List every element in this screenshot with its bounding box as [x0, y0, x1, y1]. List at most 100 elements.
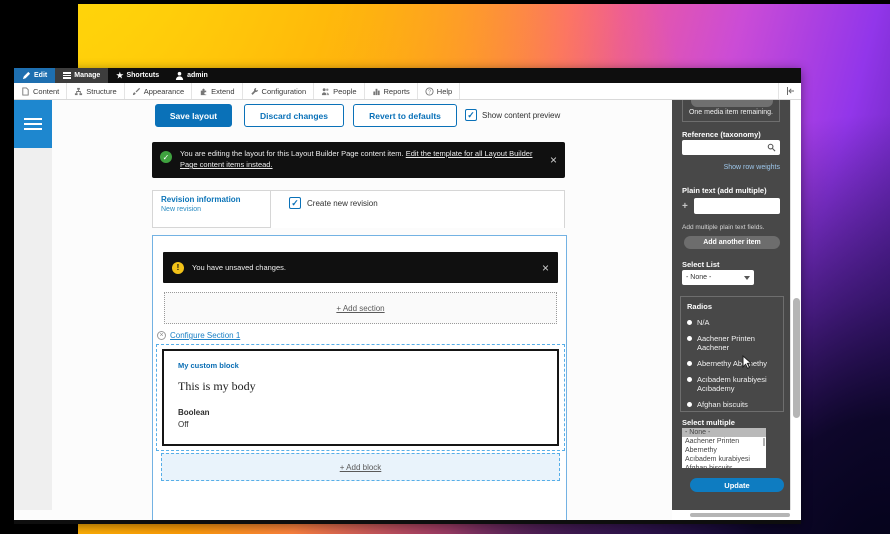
create-new-revision-label: Create new revision — [307, 199, 378, 208]
desktop: Edit Manage ★ Shortcuts admin Content St… — [0, 0, 890, 534]
add-block-region[interactable]: + Add block — [161, 453, 560, 481]
puzzle-icon — [200, 88, 207, 95]
add-another-item-button[interactable]: Add another item — [684, 236, 780, 249]
check-icon: ✓ — [162, 152, 170, 162]
admin-menu: Content Structure Appearance Extend Conf… — [14, 83, 801, 100]
document-icon — [22, 86, 29, 96]
add-section-top[interactable]: + Add section — [164, 292, 557, 324]
search-icon — [767, 143, 776, 152]
radio-option[interactable]: Aachener Printen Aachener — [687, 334, 777, 352]
off-canvas-settings-panel: One media item remaining. Reference (tax… — [672, 100, 790, 510]
select-multiple-listbox[interactable]: - None - Aachener Printen Abernethy Acıb… — [682, 428, 766, 468]
listbox-option-selected[interactable]: - None - — [682, 428, 766, 437]
menu-item-structure[interactable]: Structure — [67, 83, 125, 99]
radio-option[interactable]: Acıbadem kurabiyesi Acıbademy — [687, 375, 777, 393]
show-row-weights-link[interactable]: Show row weights — [682, 164, 780, 171]
collapse-left-icon — [787, 87, 794, 95]
block-title: My custom block — [178, 361, 239, 370]
sidebar-scrollbar[interactable] — [790, 100, 801, 510]
block-field-label: Boolean — [178, 408, 210, 417]
bar-chart-icon — [372, 88, 380, 95]
media-button-partial[interactable] — [691, 100, 773, 107]
radio-icon — [687, 320, 692, 325]
toolbar-shortcuts[interactable]: ★ Shortcuts — [108, 68, 167, 83]
revision-information-tab[interactable]: Revision information New revision — [153, 191, 271, 228]
show-content-preview-label: Show content preview — [482, 110, 561, 120]
show-content-preview-checkbox[interactable]: ✓ — [465, 109, 477, 121]
discard-changes-button[interactable]: Discard changes — [244, 104, 344, 127]
status-message: ✓ You are editing the layout for this La… — [152, 142, 565, 178]
radio-icon — [687, 402, 692, 407]
radio-icon — [687, 336, 692, 341]
sidebar-menu-toggle[interactable] — [14, 100, 52, 148]
select-list-dropdown[interactable]: - None - — [682, 270, 754, 285]
check-icon: ✓ — [467, 109, 475, 120]
close-icon[interactable]: × — [542, 154, 557, 166]
menu-item-help[interactable]: ? Help — [418, 83, 461, 99]
chevron-down-icon — [744, 275, 750, 280]
radio-option[interactable]: Abernethy Abernethy — [687, 359, 777, 368]
brush-icon — [132, 87, 140, 95]
layout-section[interactable]: My custom block This is my body Boolean … — [156, 344, 565, 451]
toolbar-manage[interactable]: Manage — [55, 68, 109, 83]
add-section-link[interactable]: + Add section — [336, 304, 384, 313]
menu-item-label: Reports — [383, 86, 410, 96]
custom-block[interactable]: My custom block This is my body Boolean … — [162, 349, 559, 446]
listbox-option[interactable]: Afghan biscuits — [682, 464, 766, 469]
radio-option[interactable]: Afghan biscuits — [687, 400, 777, 409]
scrollbar-thumb[interactable] — [690, 513, 790, 517]
menu-item-label: People — [333, 86, 357, 96]
toolbar-edit[interactable]: Edit — [14, 68, 56, 83]
menu-item-label: Configuration — [261, 86, 307, 96]
add-block-link[interactable]: + Add block — [340, 463, 382, 472]
radio-label: Abernethy Abernethy — [697, 359, 768, 368]
radio-label: Aachener Printen Aachener — [697, 334, 755, 352]
menu-item-extend[interactable]: Extend — [192, 83, 243, 99]
listbox-option[interactable]: Abernethy — [682, 446, 766, 455]
remove-section-icon[interactable]: × — [157, 331, 166, 340]
listbox-option[interactable]: Aachener Printen — [682, 437, 766, 446]
configure-section-link[interactable]: Configure Section 1 — [170, 331, 240, 340]
block-body-text: This is my body — [178, 379, 256, 393]
save-layout-button[interactable]: Save layout — [155, 104, 232, 127]
scrollbar-thumb[interactable] — [793, 298, 800, 418]
status-text: You are editing the layout for this Layo… — [180, 148, 540, 170]
plain-text-label: Plain text (add multiple) — [682, 186, 767, 195]
toolbar-orientation-toggle[interactable] — [778, 83, 801, 99]
user-icon — [176, 71, 184, 80]
listbox-option[interactable]: Acıbadem kurabiyesi — [682, 455, 766, 464]
horizontal-scrollbar[interactable] — [672, 510, 801, 520]
toolbar-admin-label: admin — [187, 72, 208, 79]
reference-taxonomy-input[interactable] — [682, 140, 780, 155]
check-icon: ✓ — [291, 197, 299, 208]
menu-item-configuration[interactable]: Configuration — [243, 83, 315, 99]
revert-to-defaults-button[interactable]: Revert to defaults — [353, 104, 457, 127]
radio-option[interactable]: N/A — [687, 318, 777, 327]
listbox-scrollbar[interactable] — [763, 438, 765, 446]
radio-icon — [687, 377, 692, 382]
new-revision-link[interactable]: New revision — [161, 206, 262, 213]
menu-item-reports[interactable]: Reports — [365, 83, 418, 99]
toolbar-admin-user[interactable]: admin — [167, 68, 216, 83]
menu-item-label: Content — [33, 86, 60, 96]
radio-label: N/A — [697, 318, 710, 327]
drag-handle-icon[interactable]: + — [682, 201, 688, 212]
menu-item-content[interactable]: Content — [14, 83, 68, 99]
create-new-revision-checkbox[interactable]: ✓ — [289, 197, 301, 209]
radios-label: Radios — [687, 302, 713, 311]
hamburger-icon — [24, 115, 42, 133]
menu-item-appearance[interactable]: Appearance — [125, 83, 193, 99]
warning-icon: ! — [172, 261, 184, 274]
revision-information-title: Revision information — [161, 195, 241, 204]
select-list-value: - None - — [686, 274, 712, 281]
menu-item-label: Structure — [86, 86, 117, 96]
plain-text-help: Add multiple plain text fields. — [682, 224, 765, 231]
unsaved-changes-text: You have unsaved changes. — [192, 263, 286, 272]
close-icon[interactable]: × — [534, 262, 549, 274]
menu-item-people[interactable]: People — [314, 83, 365, 99]
toolbar-top: Edit Manage ★ Shortcuts admin — [14, 68, 801, 83]
plain-text-input[interactable] — [694, 198, 780, 214]
update-button[interactable]: Update — [690, 478, 784, 492]
svg-text:?: ? — [428, 89, 431, 95]
success-icon: ✓ — [160, 151, 172, 163]
